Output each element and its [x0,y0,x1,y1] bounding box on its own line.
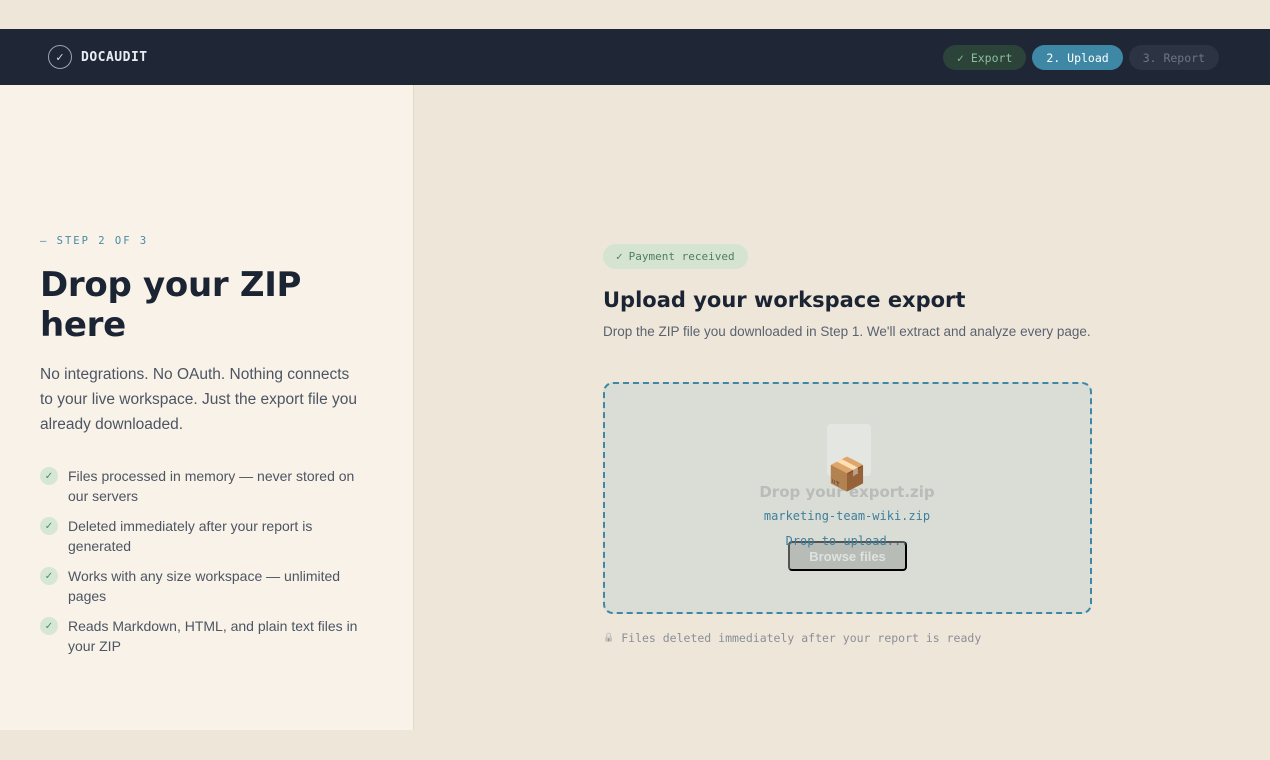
feature-text: Files processed in memory — never stored… [68,468,355,504]
check-icon: ✓ [40,567,58,585]
check-circle-icon: ✓ [48,45,72,69]
intro-text: No integrations. No OAuth. Nothing conne… [40,366,358,433]
step-eyebrow: — STEP 2 OF 3 [40,235,149,247]
upload-subtitle: Drop the ZIP file you downloaded in Step… [603,324,1091,339]
step-upload[interactable]: 2. Upload [1032,45,1123,70]
list-item: ✓ Deleted immediately after your report … [40,516,370,556]
feature-text: Deleted immediately after your report is… [68,518,313,554]
feature-text: Works with any size workspace — unlimite… [68,568,341,604]
lock-icon: 🔒 [603,633,615,643]
feature-text: Reads Markdown, HTML, and plain text fil… [68,618,358,654]
check-icon: ✓ [40,617,58,635]
package-box-icon: 📦 [827,455,867,493]
file-dropzone[interactable]: Drop your export.zip 📦 marketing-team-wi… [603,382,1092,614]
privacy-note: 🔒 Files deleted immediately after your r… [603,631,981,645]
step-report: 3. Report [1128,45,1219,70]
check-icon: ✓ [616,250,623,263]
badge-label: Payment received [628,250,735,263]
brand-name: DOCAUDIT [81,49,148,65]
list-item: ✓ Works with any size workspace — unlimi… [40,566,370,606]
info-panel: — STEP 2 OF 3 Drop your ZIP here No inte… [0,85,414,730]
dragged-filename: marketing-team-wiki.zip [763,509,931,523]
payment-status-badge: ✓ Payment received [603,244,748,269]
feature-list: ✓ Files processed in memory — never stor… [40,466,370,666]
brand[interactable]: ✓ DOCAUDIT [48,45,148,69]
list-item: ✓ Reads Markdown, HTML, and plain text f… [40,616,370,656]
privacy-note-text: Files deleted immediately after your rep… [621,631,982,645]
check-icon: ✓ [40,467,58,485]
progress-steps: ✓ Export 2. Upload 3. Report [942,45,1219,70]
step-export[interactable]: ✓ Export [942,45,1027,70]
page-headline: Drop your ZIP here [40,265,302,345]
top-navbar: ✓ DOCAUDIT ✓ Export 2. Upload 3. Report [0,29,1270,85]
drop-status: Drop to upload... [785,534,909,548]
list-item: ✓ Files processed in memory — never stor… [40,466,370,506]
check-icon: ✓ [40,517,58,535]
upload-title: Upload your workspace export [603,288,966,312]
